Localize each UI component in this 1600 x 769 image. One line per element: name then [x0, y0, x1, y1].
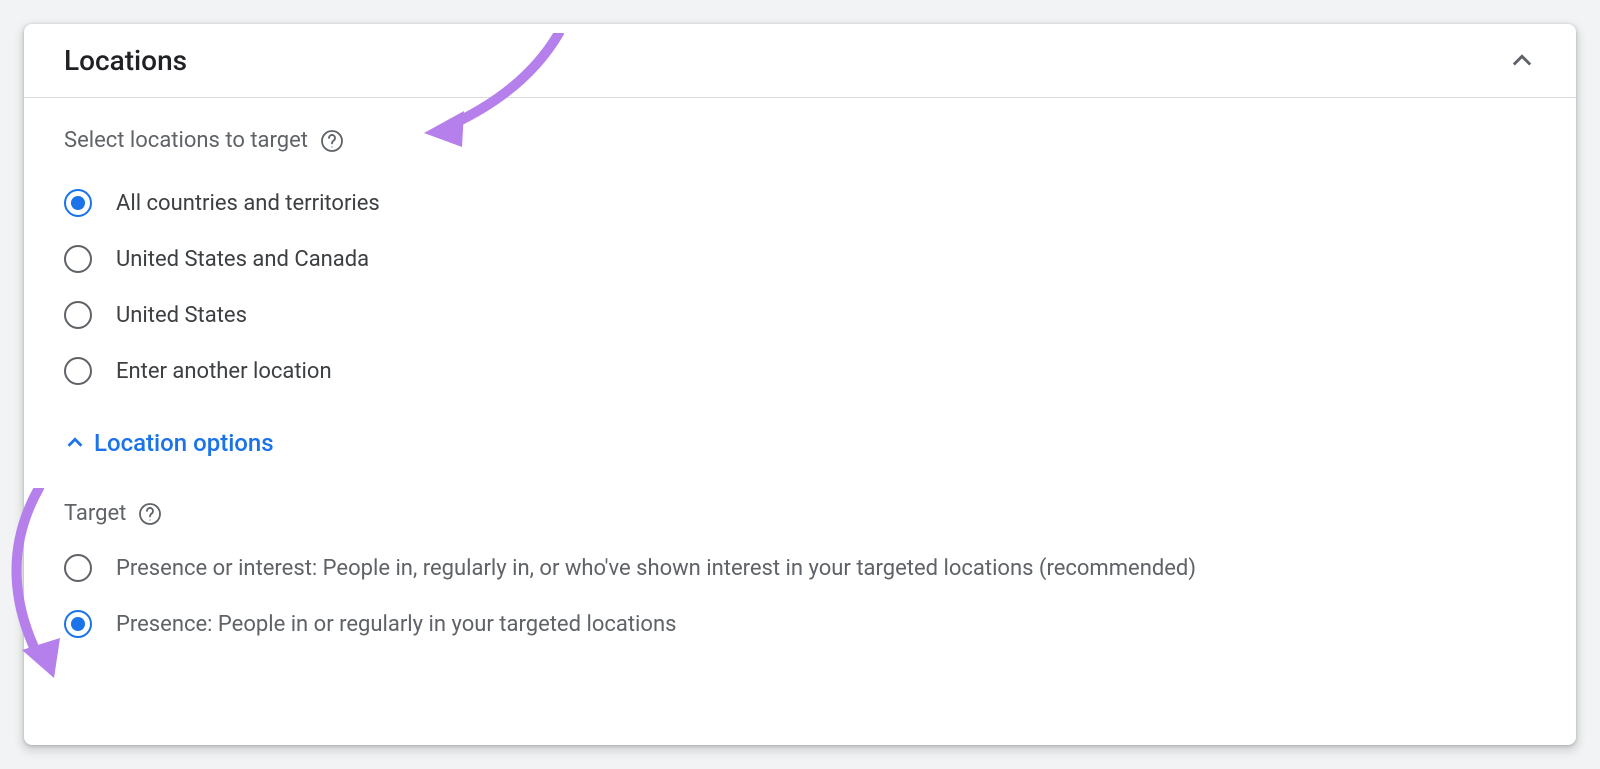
radio-all-countries[interactable]: All countries and territories — [64, 189, 1536, 217]
target-label: Target — [64, 501, 126, 526]
collapse-icon[interactable] — [1508, 47, 1536, 75]
radio-label: United States — [116, 303, 247, 328]
radio-button-icon — [64, 189, 92, 217]
chevron-up-icon — [64, 432, 86, 454]
card-title: Locations — [64, 44, 187, 77]
radio-us-canada[interactable]: United States and Canada — [64, 245, 1536, 273]
radio-label: Presence or interest: People in, regular… — [116, 556, 1196, 581]
radio-us[interactable]: United States — [64, 301, 1536, 329]
locations-card: Locations Select locations to target — [24, 24, 1576, 745]
radio-button-icon — [64, 610, 92, 638]
help-icon[interactable] — [138, 502, 162, 526]
card-header: Locations — [24, 24, 1576, 98]
radio-enter-another[interactable]: Enter another location — [64, 357, 1536, 385]
radio-presence-interest[interactable]: Presence or interest: People in, regular… — [64, 554, 1536, 582]
select-locations-label: Select locations to target — [64, 128, 308, 153]
radio-button-icon — [64, 301, 92, 329]
radio-button-icon — [64, 357, 92, 385]
radio-button-icon — [64, 554, 92, 582]
location-options-label: Location options — [94, 429, 274, 457]
radio-label: Enter another location — [116, 359, 332, 384]
radio-label: Presence: People in or regularly in your… — [116, 612, 676, 637]
target-label-row: Target — [64, 501, 1536, 526]
help-icon[interactable] — [320, 129, 344, 153]
location-radio-group: All countries and territories United Sta… — [64, 189, 1536, 385]
target-radio-group: Presence or interest: People in, regular… — [64, 554, 1536, 638]
radio-presence[interactable]: Presence: People in or regularly in your… — [64, 610, 1536, 638]
radio-label: All countries and territories — [116, 191, 380, 216]
radio-button-icon — [64, 245, 92, 273]
card-body: Select locations to target All countries… — [24, 98, 1576, 678]
location-options-toggle[interactable]: Location options — [64, 429, 1536, 457]
select-locations-label-row: Select locations to target — [64, 128, 1536, 153]
radio-label: United States and Canada — [116, 247, 369, 272]
